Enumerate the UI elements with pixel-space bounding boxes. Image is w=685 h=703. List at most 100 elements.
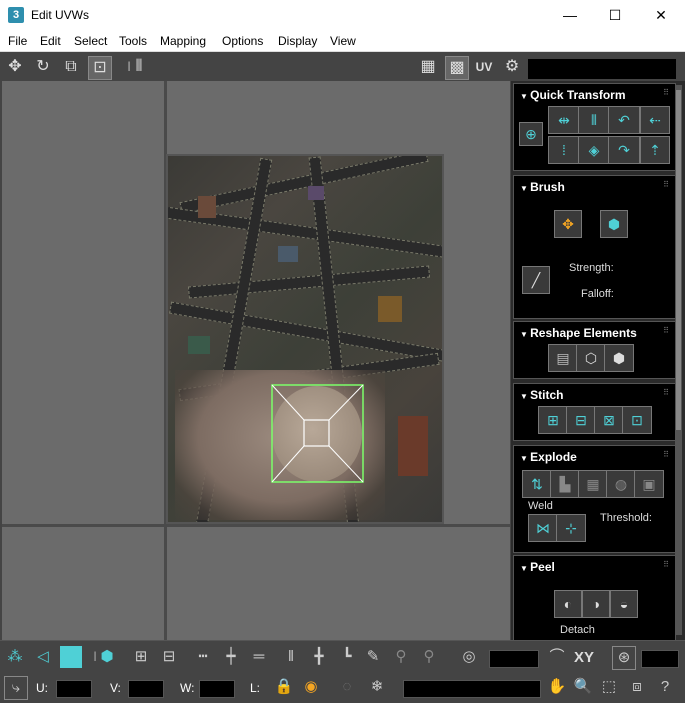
align-vertical-icon[interactable]: ⦀ [578, 106, 610, 134]
enlarge-brush-icon[interactable]: ⚲ [390, 646, 412, 668]
flatten-by-polygon-icon[interactable]: ▦ [578, 470, 608, 498]
weld-selected-icon[interactable]: ⋈ [528, 514, 558, 542]
reset-peel-icon[interactable]: ◒ [610, 590, 638, 618]
menu-edit[interactable]: Edit [40, 34, 61, 48]
seam-icon[interactable]: ‖ [280, 646, 302, 668]
uv-edge[interactable] [328, 384, 364, 421]
grip-icon[interactable]: ⠿ [663, 560, 669, 569]
grip-icon[interactable]: ⠿ [663, 180, 669, 189]
straighten-icon[interactable]: ▤ [548, 344, 578, 372]
grip-icon[interactable]: ⠿ [663, 326, 669, 335]
flatten-by-material-icon[interactable]: ▣ [634, 470, 664, 498]
rollout-title[interactable]: Stitch [520, 388, 563, 402]
rollout-title[interactable]: Brush [520, 180, 565, 194]
quick-peel-icon[interactable]: ◐ [554, 590, 582, 618]
align-horizontal-icon[interactable]: ⇹ [548, 106, 580, 134]
paint-move-icon[interactable]: ✥ [554, 210, 582, 238]
rollout-title[interactable]: Quick Transform [520, 88, 625, 102]
zoom-extents-icon[interactable]: ⧈ [626, 676, 648, 698]
maximize-button[interactable]: ☐ [592, 0, 638, 31]
uv-edge[interactable] [271, 384, 305, 421]
stitch-average-icon[interactable]: ⊠ [594, 406, 624, 434]
loop-icon[interactable]: ┅ [192, 646, 214, 668]
peel-mode-icon[interactable]: ◑ [582, 590, 610, 618]
soft-select-value[interactable] [489, 650, 539, 668]
grip-icon[interactable]: ⠿ [663, 450, 669, 459]
uv-edge[interactable] [328, 445, 364, 483]
freeform-icon[interactable]: ⊡ [88, 56, 112, 80]
freeze-icon[interactable]: ❄ [366, 676, 388, 698]
selection-set-field[interactable] [403, 680, 541, 698]
uv-mode-label[interactable]: UV [473, 56, 495, 78]
stitch-source-icon[interactable]: ⊡ [622, 406, 652, 434]
point-to-point-icon[interactable]: ╋ [308, 646, 330, 668]
pin-icon[interactable]: ⊛ [612, 646, 636, 670]
vertex-select-icon[interactable]: ⁂ [4, 646, 26, 668]
close-button[interactable]: ✕ [638, 0, 684, 31]
uv-inner-quad[interactable] [303, 419, 330, 447]
grow-selection-icon[interactable]: ⊞ [130, 646, 152, 668]
settings-icon[interactable]: ⚙ [501, 56, 523, 78]
falloff-icon[interactable]: ⌒ [546, 646, 568, 668]
rotate-ccw-icon[interactable]: ↶ [608, 106, 640, 134]
help-icon[interactable]: ? [654, 676, 676, 698]
align-diamond-icon[interactable]: ◈ [578, 136, 610, 164]
relax-icon[interactable]: ⬢ [604, 344, 634, 372]
align-center-icon[interactable]: ⊕ [519, 122, 543, 146]
edge-select-icon[interactable]: ◁ [32, 646, 54, 668]
falloff-curve-icon[interactable]: ╱ [522, 266, 550, 294]
menu-tools[interactable]: Tools [119, 34, 147, 48]
shrink-selection-icon[interactable]: ⊟ [158, 646, 180, 668]
shrink-brush-icon[interactable]: ⚲ [418, 646, 440, 668]
mirror-icon[interactable]: ⫴ [128, 56, 150, 78]
u-field[interactable] [56, 680, 92, 698]
space-vertical-icon[interactable]: ⇡ [640, 136, 670, 164]
scale-icon[interactable]: ⧉ [60, 56, 82, 78]
uv-edge[interactable] [271, 445, 305, 483]
uv-selection[interactable] [271, 384, 365, 484]
v-field[interactable] [128, 680, 164, 698]
grip-icon[interactable]: ⠿ [663, 388, 669, 397]
relax-brush-icon[interactable]: ⬢ [600, 210, 628, 238]
space-horizontal-icon[interactable]: ⇠ [640, 106, 670, 134]
align-vertical-2-icon[interactable]: ⁞ [548, 136, 580, 164]
pan-icon[interactable]: ✋ [546, 676, 568, 698]
soft-select-icon[interactable]: ◎ [458, 646, 480, 668]
panel-scroll-thumb[interactable] [676, 90, 681, 430]
element-select-icon[interactable]: ⬢ [96, 646, 118, 668]
menu-mapping[interactable]: Mapping [160, 34, 206, 48]
grip-icon[interactable]: ⠿ [663, 88, 669, 97]
zoom-icon[interactable]: 🔍 [572, 676, 594, 698]
detach-edge-icon[interactable]: ▙ [550, 470, 580, 498]
face-select-icon[interactable] [60, 646, 82, 668]
zoom-region-icon[interactable]: ⬚ [598, 676, 620, 698]
rollout-title[interactable]: Peel [520, 560, 555, 574]
menu-options[interactable]: Options [222, 34, 263, 48]
rotate-icon[interactable]: ↻ [32, 56, 54, 78]
rollout-title[interactable]: Explode [520, 450, 577, 464]
edge-loop-icon[interactable]: ═ [248, 646, 270, 668]
paint-select-icon[interactable]: ✎ [362, 646, 384, 668]
minimize-button[interactable]: — [547, 0, 593, 31]
relax-until-flat-icon[interactable]: ⬡ [576, 344, 606, 372]
w-field[interactable] [199, 680, 235, 698]
rotate-cw-icon[interactable]: ↷ [608, 136, 640, 164]
menu-view[interactable]: View [330, 34, 356, 48]
uv-seam-icon[interactable]: ┗ [336, 646, 358, 668]
lock-icon[interactable]: 🔒 [273, 676, 295, 698]
break-icon[interactable]: ⇅ [522, 470, 552, 498]
hide-icon[interactable]: ◌ [336, 676, 358, 698]
rollout-title[interactable]: Reshape Elements [520, 326, 637, 340]
checker-active-icon[interactable]: ▩ [445, 56, 469, 80]
move-icon[interactable]: ✥ [4, 56, 26, 78]
stitch-custom-icon[interactable]: ⊞ [538, 406, 568, 434]
show-icon[interactable]: ◉ [300, 676, 322, 698]
texture-dropdown[interactable] [528, 59, 676, 79]
checker-icon[interactable]: ▦ [417, 56, 439, 78]
stitch-target-icon[interactable]: ⊟ [566, 406, 596, 434]
menu-display[interactable]: Display [278, 34, 317, 48]
xy-label[interactable]: XY [574, 649, 594, 666]
menu-select[interactable]: Select [74, 34, 107, 48]
menu-file[interactable]: File [8, 34, 27, 48]
flatten-by-smoothing-icon[interactable]: ◍ [606, 470, 636, 498]
